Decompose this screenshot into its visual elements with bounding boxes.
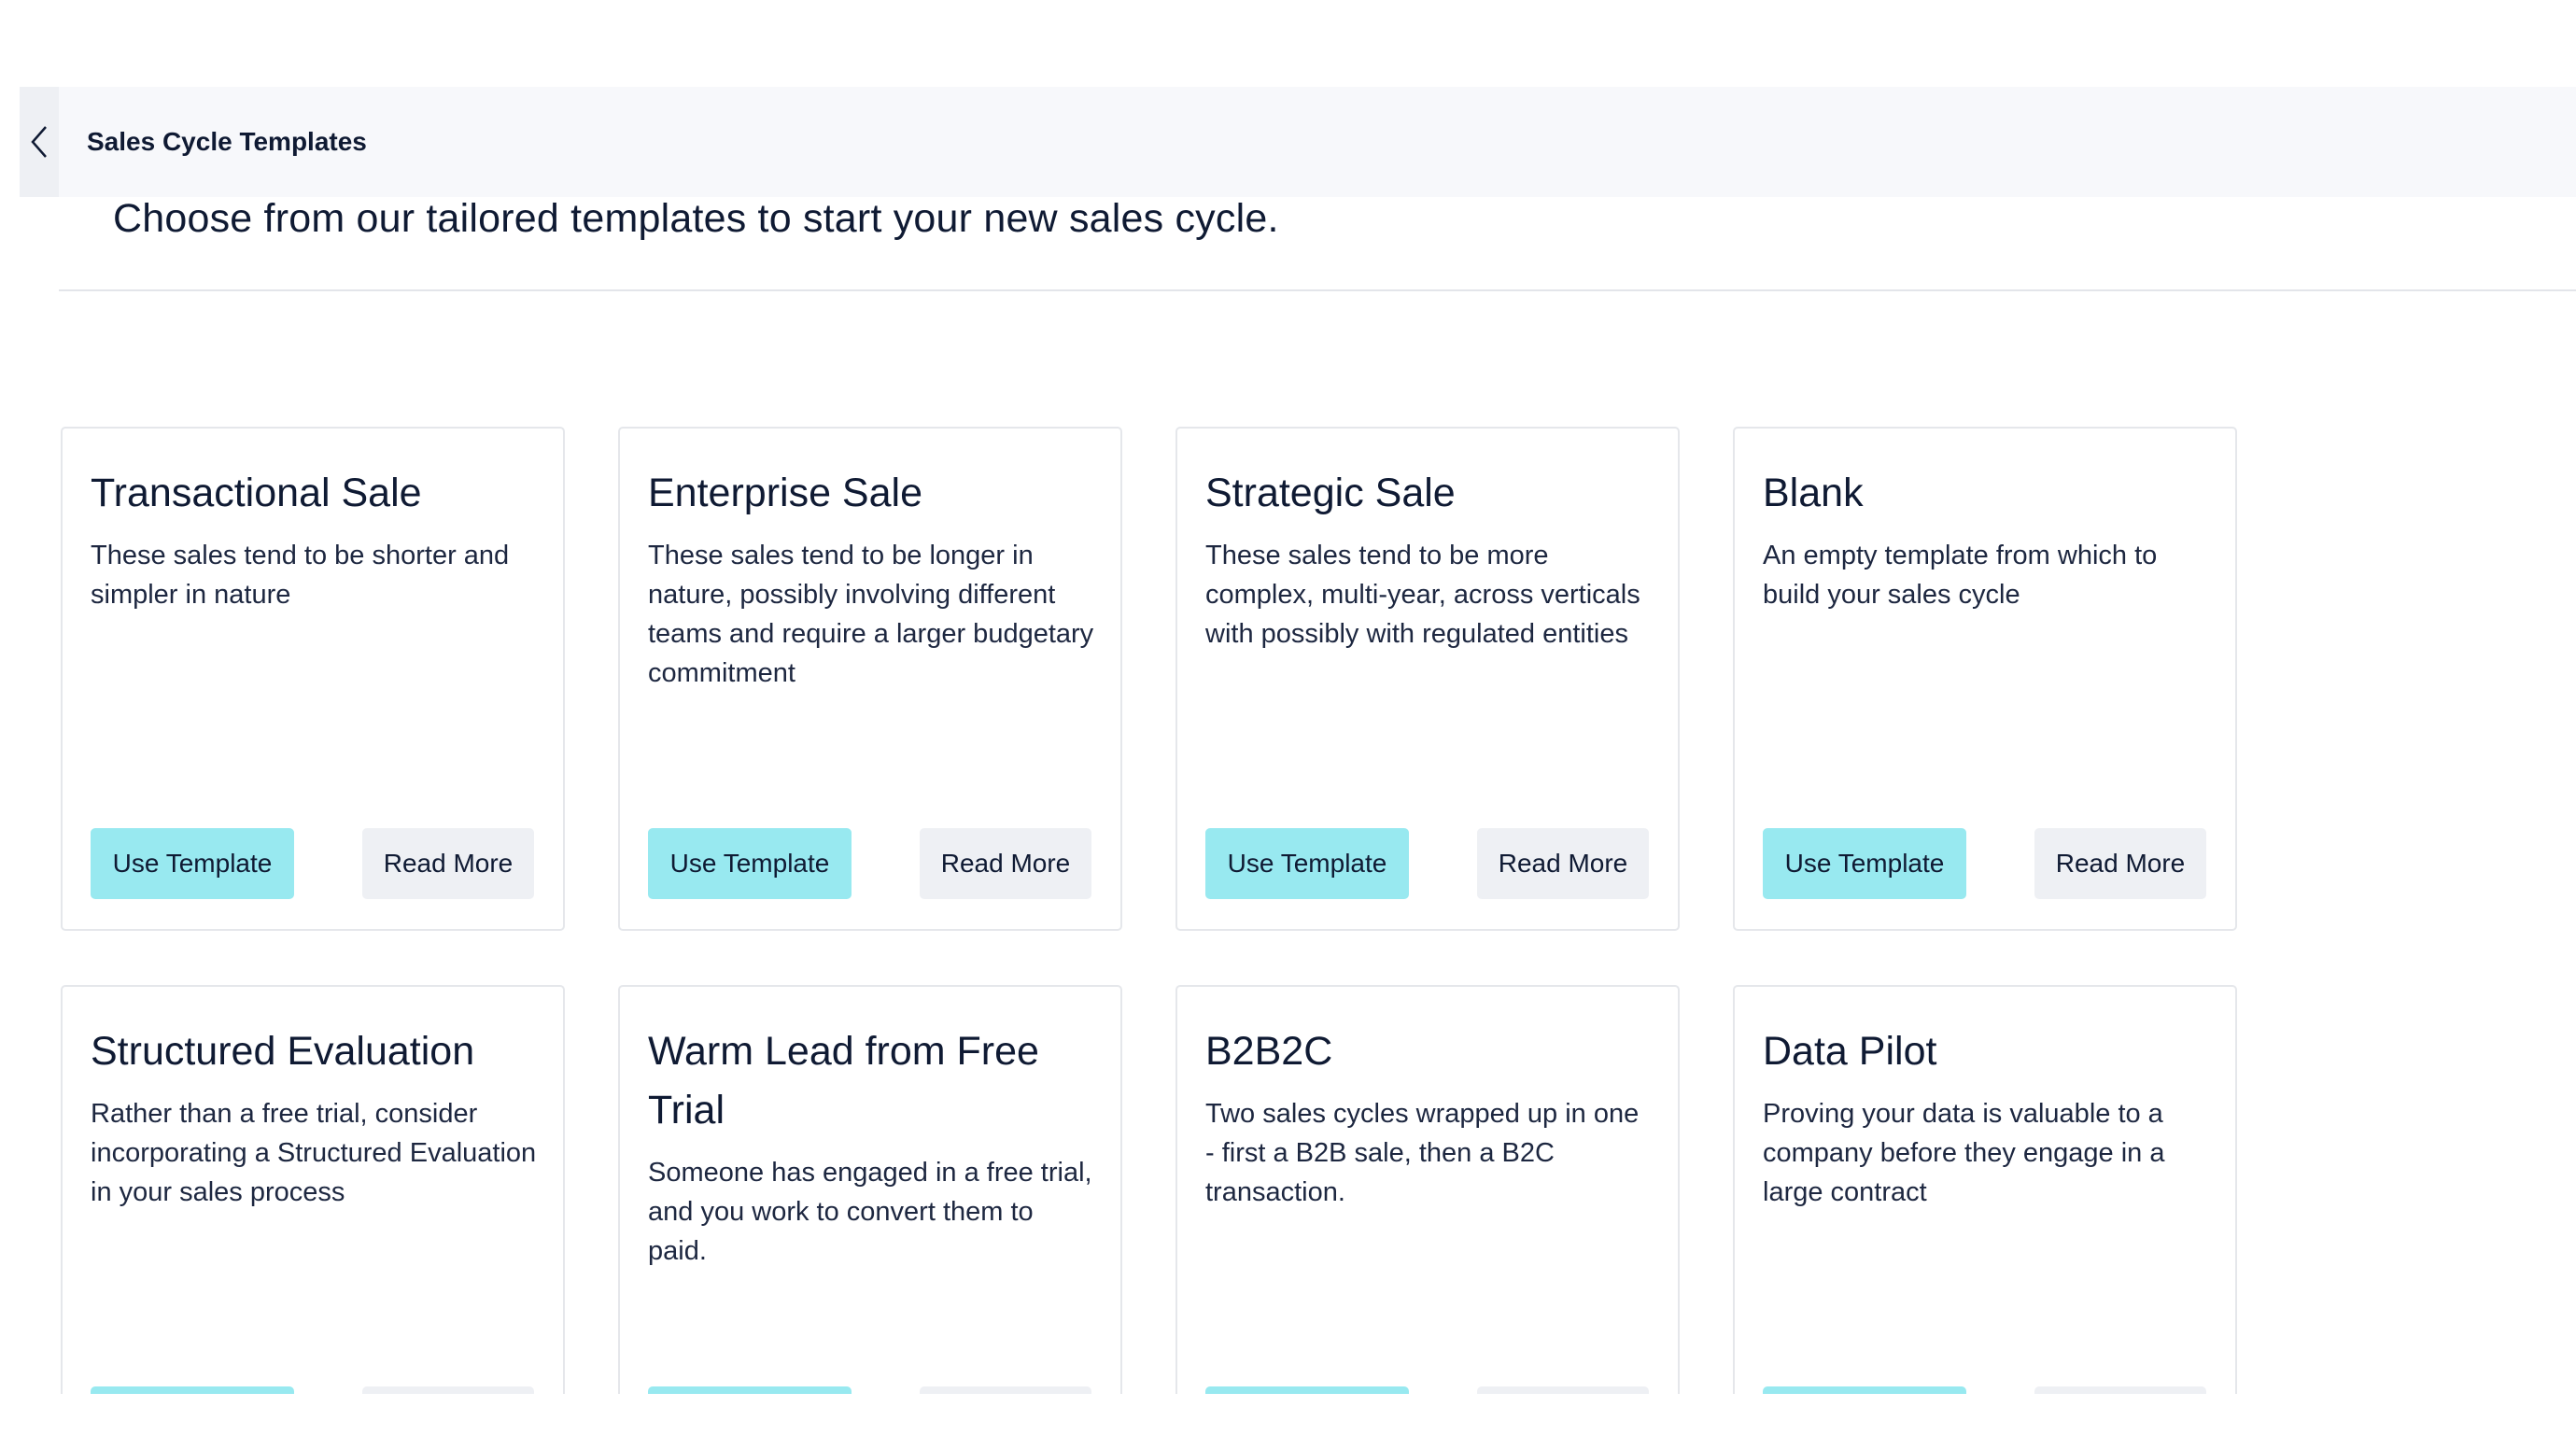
use-template-button[interactable]: Use Template: [1763, 1386, 1966, 1394]
template-card-enterprise-sale: Enterprise Sale These sales tend to be l…: [618, 427, 1122, 931]
use-template-button[interactable]: Use Template: [648, 828, 852, 899]
template-grid: Transactional Sale These sales tend to b…: [0, 0, 2576, 1394]
template-description: These sales tend to be longer in nature,…: [648, 541, 1094, 688]
template-description: Someone has engaged in a free trial, and…: [648, 1158, 1092, 1266]
template-card-b2b2c: B2B2C Two sales cycles wrapped up in one…: [1175, 985, 1680, 1394]
template-description: Rather than a free trial, consider incor…: [91, 1099, 537, 1207]
template-description: These sales tend to be shorter and simpl…: [91, 541, 510, 610]
use-template-button[interactable]: Use Template: [1205, 828, 1409, 899]
use-template-button[interactable]: Use Template: [91, 1386, 294, 1394]
template-card-structured-evaluation: Structured Evaluation Rather than a free…: [61, 985, 565, 1394]
read-more-button[interactable]: Read More: [2034, 1386, 2206, 1394]
template-title: Data Pilot: [1763, 1029, 1937, 1074]
template-card-strategic-sale: Strategic Sale These sales tend to be mo…: [1175, 427, 1680, 931]
template-card-transactional-sale: Transactional Sale These sales tend to b…: [61, 427, 565, 931]
template-title: Structured Evaluation: [91, 1029, 475, 1074]
template-card-blank: Blank An empty template from which to bu…: [1733, 427, 2237, 931]
template-card-data-pilot: Data Pilot Proving your data is valuable…: [1733, 985, 2237, 1394]
use-template-button[interactable]: Use Template: [1763, 828, 1966, 899]
template-description: An empty template from which to build yo…: [1763, 541, 2158, 610]
use-template-button[interactable]: Use Template: [648, 1386, 852, 1394]
template-card-warm-lead: Warm Lead from Free Trial Someone has en…: [618, 985, 1122, 1394]
use-template-button[interactable]: Use Template: [91, 828, 294, 899]
read-more-button[interactable]: Read More: [920, 828, 1091, 899]
viewport: Sales Cycle Templates Choose from our ta…: [0, 0, 2576, 1394]
template-title: Enterprise Sale: [648, 471, 922, 515]
read-more-button[interactable]: Read More: [2034, 828, 2206, 899]
template-title: Warm Lead from Free Trial: [648, 1029, 1039, 1132]
template-title: Blank: [1763, 471, 1864, 515]
read-more-button[interactable]: Read More: [362, 1386, 534, 1394]
read-more-button[interactable]: Read More: [362, 828, 534, 899]
read-more-button[interactable]: Read More: [1477, 1386, 1649, 1394]
template-description: These sales tend to be more complex, mul…: [1205, 541, 1640, 649]
template-title: Transactional Sale: [91, 471, 422, 515]
read-more-button[interactable]: Read More: [1477, 828, 1649, 899]
template-description: Proving your data is valuable to a compa…: [1763, 1099, 2165, 1207]
template-title: Strategic Sale: [1205, 471, 1456, 515]
read-more-button[interactable]: Read More: [920, 1386, 1091, 1394]
template-title: B2B2C: [1205, 1029, 1333, 1074]
use-template-button[interactable]: Use Template: [1205, 1386, 1409, 1394]
template-description: Two sales cycles wrapped up in one - fir…: [1205, 1099, 1640, 1207]
